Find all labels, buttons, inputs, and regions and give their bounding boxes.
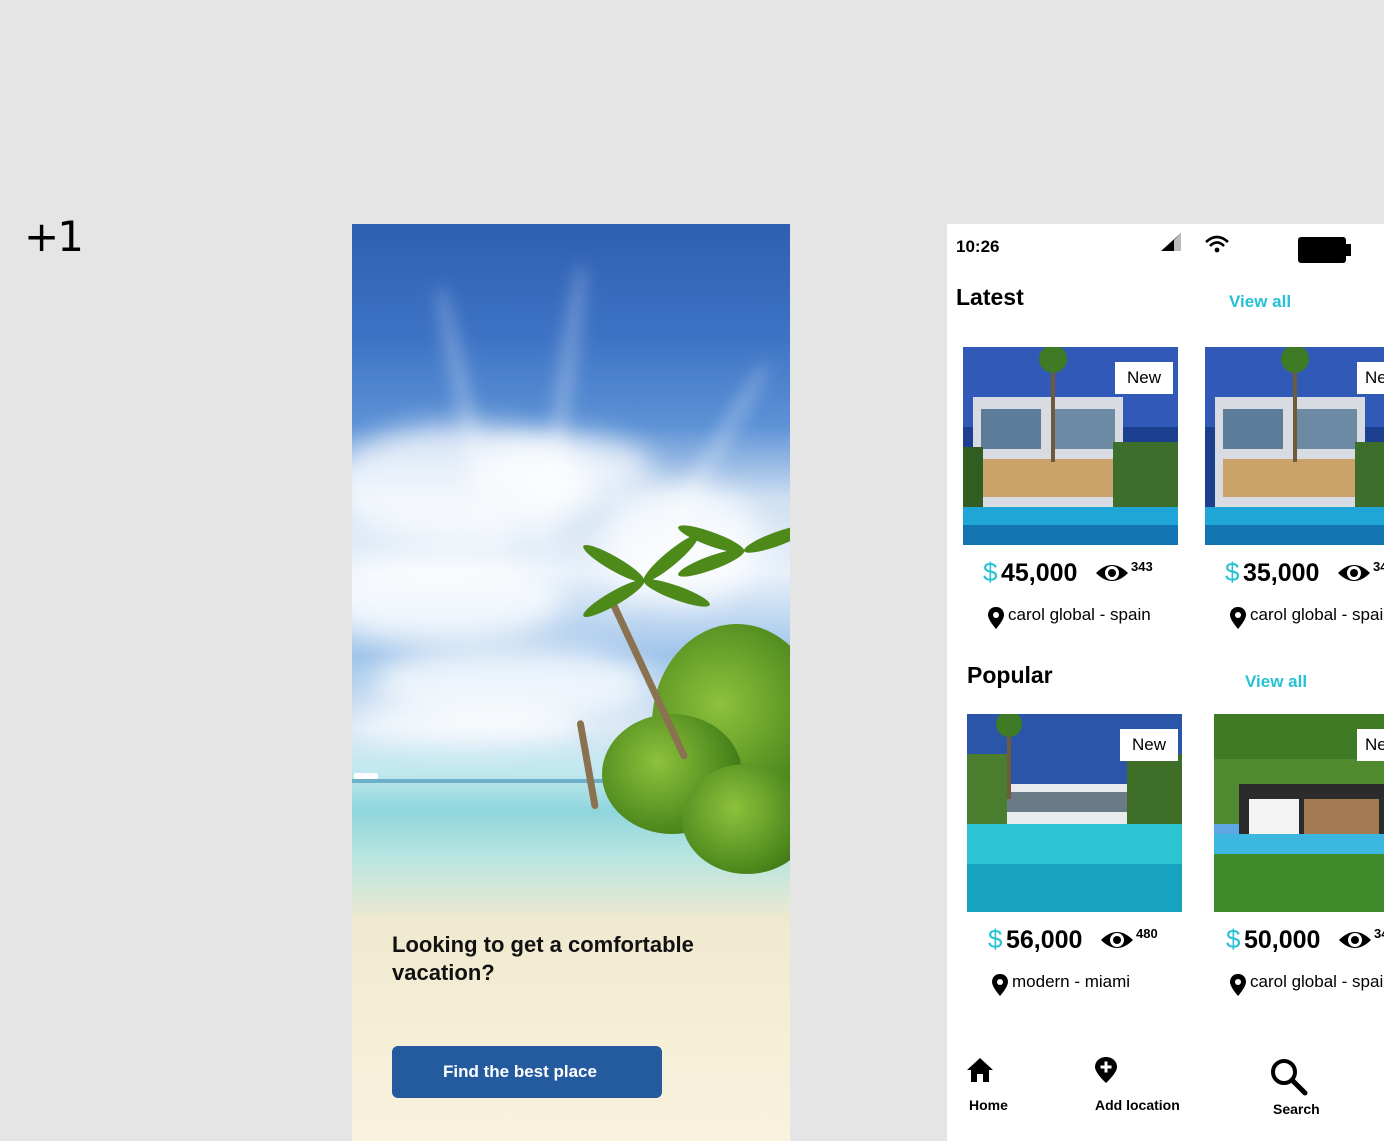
property-location: modern - miami — [1012, 972, 1131, 991]
new-badge: New — [1357, 729, 1384, 761]
view-count: 480 — [1136, 926, 1158, 941]
property-image: New — [1205, 347, 1384, 545]
currency-symbol: $ — [1225, 557, 1240, 587]
price-value: 45,000 — [1001, 559, 1078, 587]
currency-symbol: $ — [983, 557, 998, 587]
currency-symbol: $ — [1226, 924, 1241, 954]
nav-search-label: Search — [1273, 1101, 1320, 1117]
nav-home[interactable]: Home — [967, 1057, 1008, 1113]
property-location: carol global - spain — [1250, 605, 1384, 624]
status-time: 10:26 — [956, 237, 1000, 256]
currency-symbol: $ — [988, 924, 1003, 954]
price-value: 56,000 — [1006, 926, 1083, 954]
property-image: New — [967, 714, 1182, 912]
battery-icon — [1298, 237, 1351, 263]
new-badge: New — [1357, 362, 1384, 394]
home-icon — [967, 1058, 993, 1082]
price-value: 50,000 — [1244, 926, 1321, 954]
property-location: carol global - spain — [1250, 972, 1384, 991]
eye-icon — [1339, 932, 1371, 948]
nav-add-location-label: Add location — [1095, 1097, 1180, 1113]
location-pin-icon — [1230, 607, 1246, 629]
popular-view-all-link[interactable]: View all — [1245, 672, 1307, 692]
signal-icon — [1161, 233, 1181, 251]
canvas-frame-label: +1 — [24, 212, 84, 261]
property-image: New — [963, 347, 1178, 545]
latest-view-all-link[interactable]: View all — [1229, 292, 1291, 312]
view-count: 343 — [1131, 559, 1153, 574]
view-count: 343 — [1373, 559, 1384, 574]
eye-icon — [1338, 565, 1370, 581]
eye-icon — [1096, 565, 1128, 581]
add-location-icon — [1095, 1057, 1117, 1083]
latest-section-title: Latest — [956, 284, 1024, 310]
view-count: 343 — [1374, 926, 1384, 941]
onboarding-screen: Looking to get a comfortable vacation? F… — [352, 224, 790, 1141]
search-icon — [1271, 1059, 1308, 1096]
property-location: carol global - spain — [1008, 605, 1151, 624]
property-image: New — [1214, 714, 1384, 912]
new-badge: New — [1115, 362, 1173, 394]
eye-icon — [1101, 932, 1133, 948]
listing-screen: 10:26 Latest View all New $ 45,000 343 c… — [947, 224, 1384, 1141]
nav-home-label: Home — [969, 1097, 1008, 1113]
popular-section-title: Popular — [967, 662, 1053, 688]
new-badge: New — [1120, 729, 1178, 761]
location-pin-icon — [988, 607, 1004, 629]
nav-search[interactable]: Search — [1271, 1057, 1320, 1117]
location-pin-icon — [1230, 974, 1246, 996]
onboarding-tagline: Looking to get a comfortable vacation? — [392, 932, 694, 985]
price-value: 35,000 — [1243, 559, 1320, 587]
nav-add-location[interactable]: Add location — [1095, 1057, 1180, 1113]
find-best-place-button[interactable]: Find the best place — [392, 1046, 662, 1098]
location-pin-icon — [992, 974, 1008, 996]
wifi-icon — [1205, 235, 1229, 253]
